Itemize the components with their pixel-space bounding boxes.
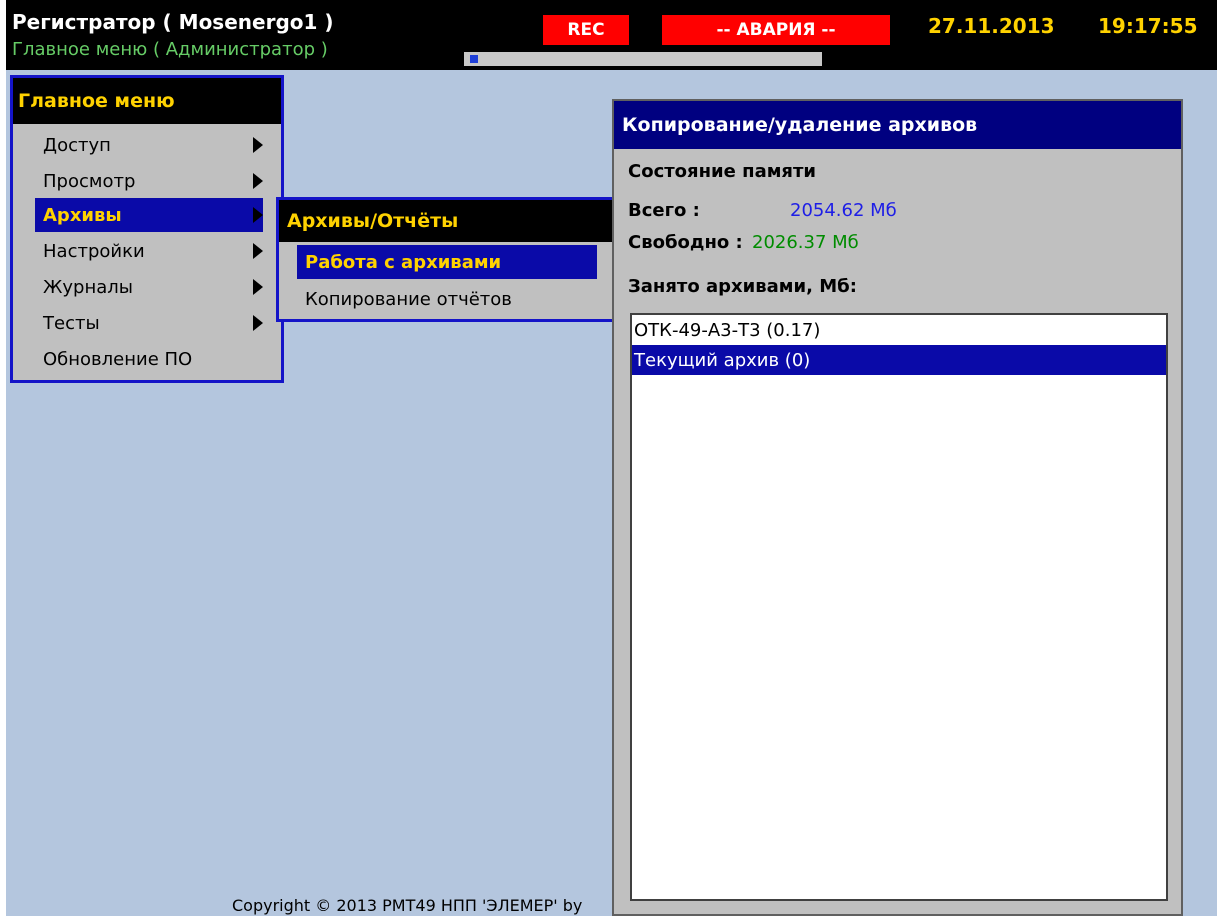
submenu-arrow-icon [253, 137, 263, 153]
submenu-arrow-icon [253, 243, 263, 259]
menu-item-software-update[interactable]: Обновление ПО [35, 342, 263, 376]
rec-indicator: REC [543, 15, 629, 45]
menu-item-label: Тесты [43, 312, 100, 334]
submenu-item-copy-reports[interactable]: Копирование отчётов [297, 282, 597, 316]
device-title: Регистратор ( Mosenergo1 ) [12, 10, 334, 34]
list-item[interactable]: Текущий архив (0) [632, 345, 1166, 375]
submenu-arrow-icon [253, 315, 263, 331]
menu-item-journals[interactable]: Журналы [35, 270, 263, 304]
menu-item-view[interactable]: Просмотр [35, 164, 263, 198]
total-value: 2054.62 Мб [790, 200, 897, 221]
menu-item-tests[interactable]: Тесты [35, 306, 263, 340]
menu-item-access[interactable]: Доступ [35, 128, 263, 162]
memory-progress-fill [470, 55, 478, 63]
submenu-item-label: Работа с архивами [305, 251, 502, 273]
total-label: Всего : [628, 200, 700, 221]
panel-title: Копирование/удаление архивов [614, 101, 1181, 149]
breadcrumb: Главное меню ( Администратор ) [12, 39, 328, 60]
menu-item-label: Журналы [43, 276, 133, 298]
list-item[interactable]: ОТК-49-А3-Т3 (0.17) [632, 315, 1166, 345]
submenu-arrow-icon [253, 173, 263, 189]
used-heading: Занято архивами, Мб: [628, 276, 857, 297]
submenu-item-label: Копирование отчётов [305, 288, 512, 310]
submenu-title: Архивы/Отчёты [279, 200, 613, 242]
archives-submenu: Архивы/Отчёты Работа с архивами Копирова… [276, 197, 616, 322]
free-label: Свободно : [628, 232, 743, 253]
status-header: Регистратор ( Mosenergo1 ) Главное меню … [6, 0, 1217, 70]
main-menu: Главное меню Доступ Просмотр Архивы Наст… [10, 75, 284, 383]
menu-item-label: Доступ [43, 134, 111, 156]
menu-item-archives[interactable]: Архивы [35, 198, 263, 232]
submenu-arrow-icon [253, 207, 263, 223]
archive-label: Текущий архив (0) [634, 349, 811, 371]
menu-item-label: Настройки [43, 240, 145, 262]
memory-progress-bar [464, 52, 822, 66]
memory-heading: Состояние памяти [628, 161, 817, 182]
current-time: 19:17:55 [1098, 14, 1198, 38]
free-value: 2026.37 Мб [752, 232, 859, 253]
menu-item-settings[interactable]: Настройки [35, 234, 263, 268]
submenu-item-work-with-archives[interactable]: Работа с архивами [297, 245, 597, 279]
alarm-indicator: -- АВАРИЯ -- [662, 15, 890, 45]
submenu-arrow-icon [253, 279, 263, 295]
current-date: 27.11.2013 [928, 14, 1055, 38]
archive-list[interactable]: ОТК-49-А3-Т3 (0.17) Текущий архив (0) [630, 313, 1168, 901]
archive-label: ОТК-49-А3-Т3 (0.17) [634, 319, 821, 341]
archive-panel: Копирование/удаление архивов Состояние п… [612, 99, 1183, 916]
main-menu-title: Главное меню [13, 78, 281, 124]
menu-item-label: Обновление ПО [43, 348, 193, 370]
copyright-text: Copyright © 2013 РМТ49 НПП 'ЭЛЕМЕР' by [232, 896, 583, 915]
menu-item-label: Просмотр [43, 170, 136, 192]
menu-item-label: Архивы [43, 204, 122, 226]
